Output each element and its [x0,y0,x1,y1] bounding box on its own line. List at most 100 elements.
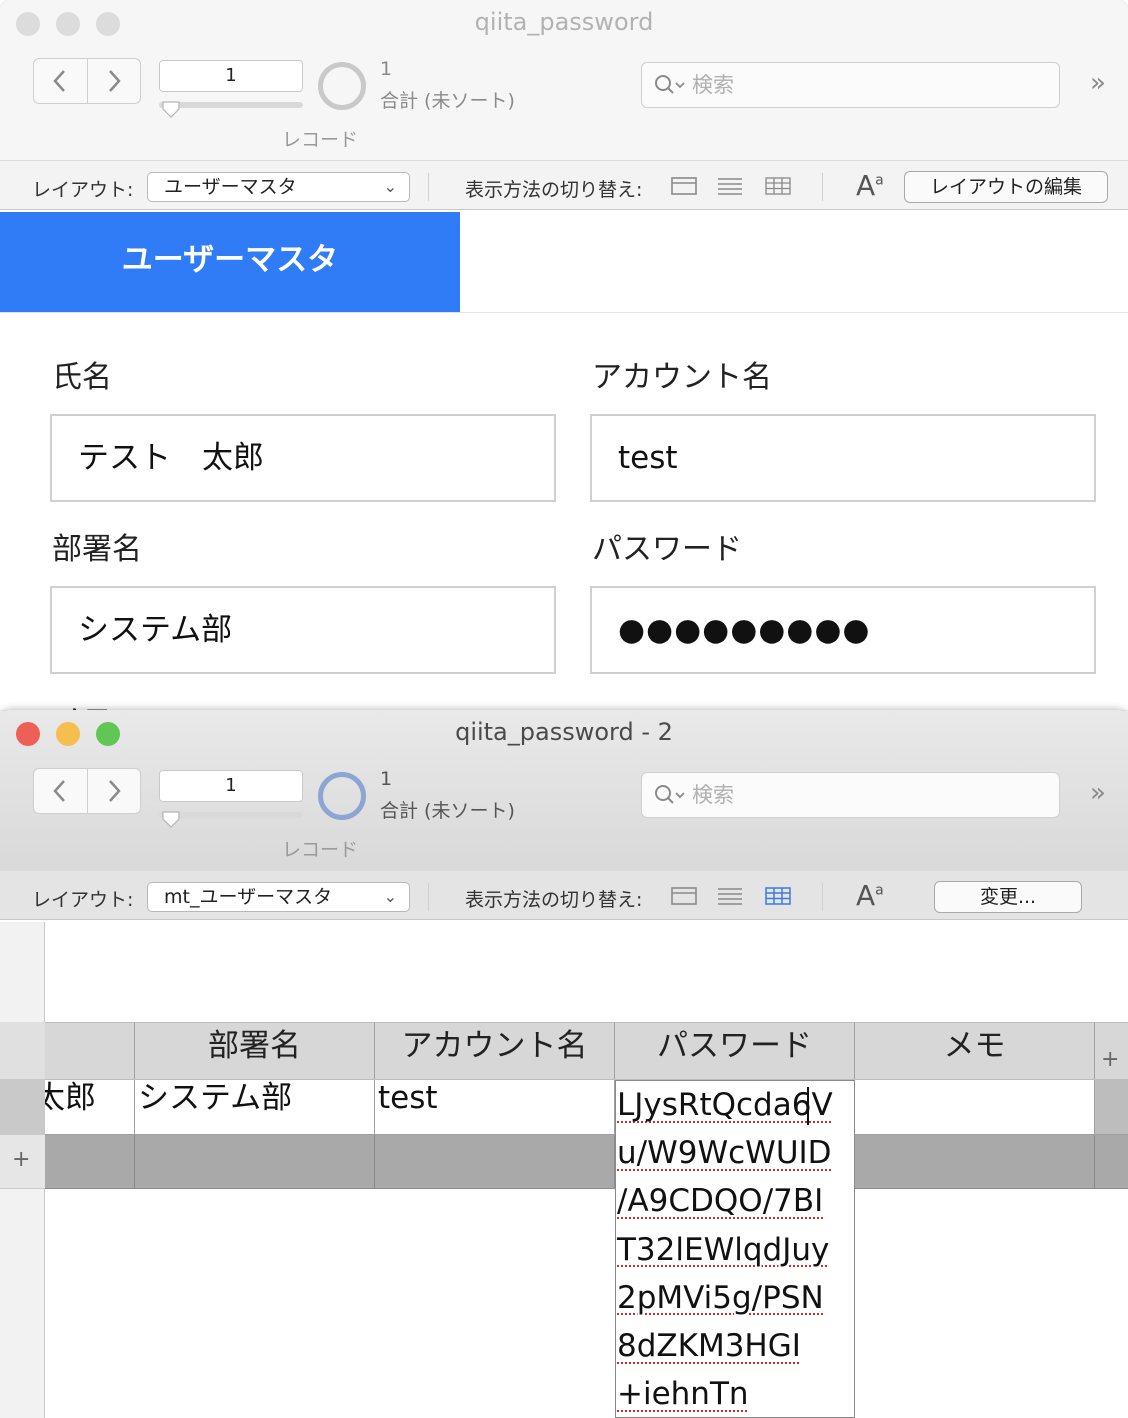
record-slider[interactable] [159,812,303,818]
cell-dept[interactable]: システム部 [135,1080,375,1134]
add-field-icon: + [1101,1047,1120,1072]
record-count: 1 [380,58,393,80]
column-header-password[interactable]: パスワード [615,1023,855,1079]
name-label: 氏名 [52,360,112,395]
column-header-account[interactable]: アカウント名 [375,1023,615,1079]
record-label: レコード [282,839,359,861]
password-line: T32lEWlqdJuy [617,1231,830,1268]
layout-select[interactable]: ユーザーマスタ ⌄ [147,172,410,202]
text-format-small: a [875,172,884,189]
form-view-icon[interactable] [671,886,697,906]
department-field[interactable]: システム部 [50,586,556,674]
search-field[interactable]: 検索 [641,62,1060,108]
column-header-dept[interactable]: 部署名 [135,1023,375,1079]
search-placeholder: 検索 [692,783,734,807]
total-sort-status: 合計 (未ソート) [380,800,515,822]
text-cursor [807,1087,809,1125]
layout-bar: レイアウト: mt_ユーザーマスタ ⌄ 表示方法の切り替え: Aa 変更... [0,870,1128,920]
header-divider [0,312,1128,313]
divider [822,173,823,201]
new-cell [45,1135,135,1188]
layout-header-title: ユーザーマスタ [0,212,460,312]
layout-select-value: mt_ユーザーマスタ [164,886,333,908]
toolbar: qiita_password 1 レコード 1 合計 (未ソート) 検索 » [0,0,1128,160]
text-format-icon[interactable]: Aa [856,169,884,202]
table-row[interactable]: 太郎 システム部 test [45,1080,1128,1135]
record-nav [33,768,141,814]
table-header: 部署名 アカウント名 パスワード メモ + [45,1022,1128,1080]
record-number-field[interactable]: 1 [159,60,303,92]
account-field[interactable]: test [590,414,1096,502]
column-header-memo[interactable]: メモ [855,1023,1095,1079]
password-edit-field[interactable]: LJysRtQcda6V u/W9WcWUID /A9CDQO/7BI T32l… [615,1080,855,1418]
new-cell [375,1135,615,1188]
account-label: アカウント名 [592,360,772,395]
record-selector[interactable] [0,1080,45,1135]
layout-label: レイアウト: [32,179,134,201]
memo-label: メモ [52,696,112,710]
layout-select[interactable]: mt_ユーザーマスタ ⌄ [147,882,410,912]
record-nav [33,58,141,104]
password-line: LJysRtQcda6V [617,1087,833,1123]
record-count-ring [318,772,366,820]
cell-name[interactable]: 太郎 [45,1080,135,1134]
chevron-right-icon [108,70,121,92]
search-field[interactable]: 検索 [641,772,1060,818]
search-icon [655,785,685,804]
record-count: 1 [380,768,393,790]
record-slider[interactable] [159,102,303,108]
table-view-icon[interactable] [765,886,791,906]
list-view-icon[interactable] [717,176,743,196]
new-cell [135,1135,375,1188]
slider-thumb[interactable] [162,810,180,828]
window-title: qiita_password - 2 [455,718,673,746]
search-icon [655,75,685,94]
add-field-button[interactable]: + [1095,1023,1128,1079]
search-placeholder: 検索 [692,73,734,97]
new-record-row[interactable] [45,1135,1128,1189]
chevron-left-icon [53,780,66,802]
text-format-icon[interactable]: Aa [856,879,884,912]
password-field[interactable]: ●●●●●●●●● [590,586,1096,674]
text-format-big: A [856,169,876,202]
name-field[interactable]: テスト 太郎 [50,414,556,502]
list-view-icon[interactable] [717,886,743,906]
cell-account[interactable]: test [375,1080,615,1134]
window-title: qiita_password [474,8,654,36]
slider-thumb[interactable] [162,100,180,118]
toolbar-overflow-button[interactable]: » [1090,68,1106,98]
previous-record-button[interactable] [34,769,87,813]
chevron-left-icon [53,70,66,92]
cell-memo[interactable] [855,1080,1095,1134]
text-format-small: a [875,882,884,899]
previous-record-button[interactable] [34,59,87,103]
record-number-field[interactable]: 1 [159,770,303,802]
table-view-icon[interactable] [765,176,791,196]
view-switch-label: 表示方法の切り替え: [465,889,643,911]
chevron-down-icon: ⌄ [383,887,397,906]
add-record-icon: + [12,1147,31,1172]
text-format-big: A [856,879,876,912]
window-qiita-password: qiita_password 1 レコード 1 合計 (未ソート) 検索 » レ… [0,0,1128,710]
toolbar-overflow-button[interactable]: » [1090,778,1106,808]
gutter-header-cell [0,1022,45,1080]
add-record-button[interactable]: + [0,1135,45,1189]
column-header-name[interactable] [45,1023,135,1079]
divider [428,173,429,201]
row-end-cell [1095,1080,1128,1134]
edit-layout-button[interactable]: レイアウトの編集 [904,171,1108,203]
modify-button[interactable]: 変更... [934,881,1082,913]
next-record-button[interactable] [86,769,141,813]
password-line: 2pMVi5g/PSN [617,1279,824,1316]
layout-label: レイアウト: [32,889,134,911]
chevron-right-icon [108,780,121,802]
layout-bar: レイアウト: ユーザーマスタ ⌄ 表示方法の切り替え: Aa レイアウトの編集 [0,160,1128,210]
window-qiita-password-2: qiita_password - 2 1 レコード 1 合計 (未ソート) 検索… [0,710,1128,1418]
department-label: 部署名 [52,532,142,567]
password-line: u/W9WcWUID [617,1135,832,1172]
record-count-ring [318,62,366,110]
password-line: +iehnTn [617,1376,749,1413]
form-view-icon[interactable] [671,176,697,196]
password-line: /A9CDQO/7BI [617,1183,824,1220]
next-record-button[interactable] [86,59,141,103]
